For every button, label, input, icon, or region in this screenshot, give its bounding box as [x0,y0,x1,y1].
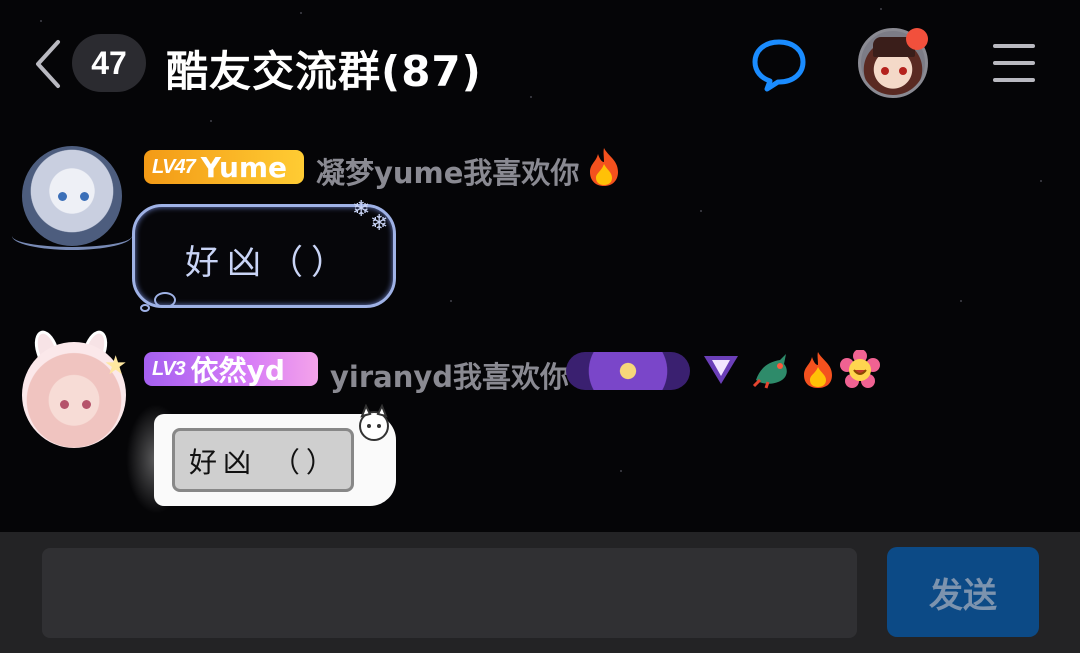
background-star [620,470,622,472]
avatar-eye [58,192,67,201]
chat-bubble-icon[interactable] [750,36,808,92]
background-star [1040,180,1042,182]
fire-emblem-icon[interactable] [800,350,836,390]
message-text: 好凶（） [185,243,353,283]
level-name: Yume [200,150,288,184]
dragon-emblem-icon[interactable] [750,350,792,390]
unread-count-badge[interactable]: 47 [72,34,146,92]
avatar-eye [60,400,69,409]
bubble-decoration [140,304,150,312]
cat-sticker-icon [359,404,389,441]
triangle-gem-emblem-icon[interactable] [702,354,740,386]
avatar-eye [881,67,889,75]
flower-emoji-emblem-icon[interactable] [840,350,880,390]
snowflake-icon: ❄ [352,196,371,221]
background-star [450,300,452,302]
message-bubble-inner: 好凶 （） [172,428,354,492]
avatar-eye [899,67,907,75]
message-composer: 发送 [0,532,1080,653]
level-badge[interactable]: LV3 依然yd [144,352,318,387]
avatar-eye [82,400,91,409]
sender-avatar[interactable] [22,146,122,246]
background-star [960,300,962,302]
message-input[interactable] [42,548,857,638]
bubble-decoration [154,292,176,308]
level-name: 依然yd [190,354,285,387]
chevron-left-icon[interactable] [26,36,70,92]
page-title: 酷友交流群(87) [166,47,482,96]
send-button[interactable]: 发送 [887,547,1039,637]
avatar-eye [80,192,89,201]
fire-emblem-icon[interactable] [584,146,624,188]
snowflake-icon: ❄ [370,210,389,235]
chat-header: 47 酷友交流群(87) [0,0,1080,130]
background-star [700,210,702,212]
star-icon: ★ [104,350,128,380]
message-text: 好凶 （） [189,446,340,479]
notification-dot [906,28,928,50]
sender-name[interactable]: 凝梦yume我喜欢你 [316,150,579,192]
sender-name[interactable]: yiranyd我喜欢你 [330,354,569,396]
galaxy-emblem-icon[interactable] [566,352,690,390]
level-tag: LV3 [152,357,186,380]
hamburger-menu-icon[interactable] [990,42,1038,84]
level-tag: LV47 [152,155,196,178]
level-badge[interactable]: LV47 Yume [144,150,304,184]
